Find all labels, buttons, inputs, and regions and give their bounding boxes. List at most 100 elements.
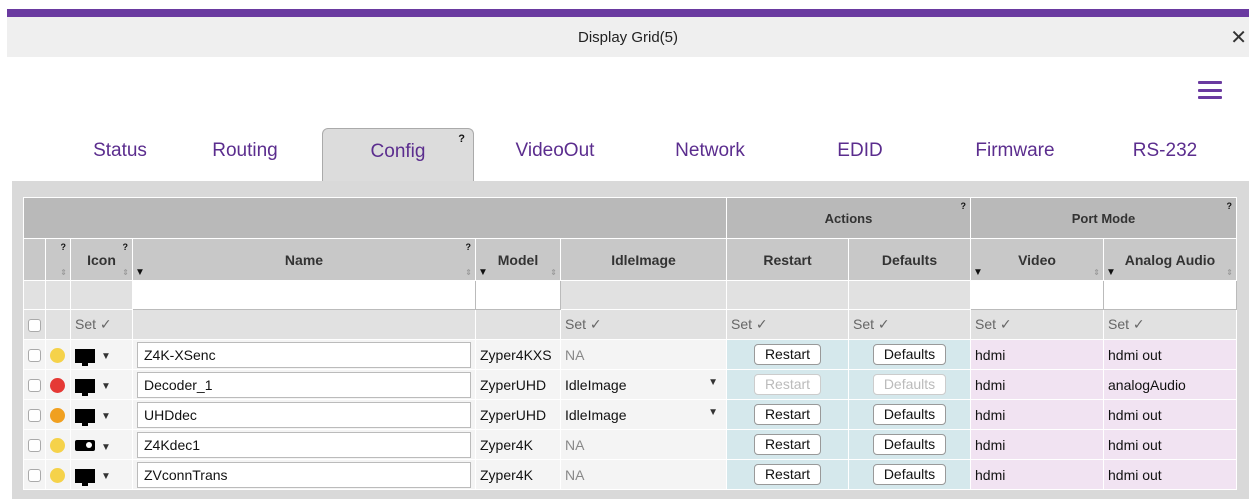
display-grid-table: Actions ? Port Mode ? ? ⇕ Icon? ⇕ Name? ▼ ⇕ … [23,197,1237,490]
sort-icon[interactable]: ⇕ [60,268,67,277]
defaults-button[interactable]: Defaults [872,464,947,485]
status-indicator-icon [50,437,65,453]
header-name[interactable]: Name? ▼ ⇕ [132,238,476,281]
sort-icon[interactable]: ⇕ [1093,268,1100,277]
tab-config[interactable]: Config ? [322,128,474,181]
device-name-input[interactable]: Decoder_1 [137,371,471,398]
set-defaults[interactable]: Set ✓ [848,309,971,340]
chevron-down-icon[interactable]: ▼ [708,377,718,388]
help-icon[interactable]: ? [961,201,967,211]
video-mode-cell[interactable]: hdmi [970,369,1104,400]
table-row[interactable]: ▼ UHDdec ZyperUHD IdleImage ▼ Restart Def… [23,399,1237,430]
row-checkbox[interactable] [28,469,41,483]
row-checkbox[interactable] [28,409,41,423]
video-mode-cell[interactable]: hdmi [970,339,1104,370]
table-row[interactable]: ▼ Decoder_1 ZyperUHD IdleImage ▼ Restart … [23,369,1237,400]
help-icon[interactable]: ? [123,242,129,252]
row-checkbox[interactable] [28,349,41,363]
window-titlebar: Display Grid(5) ✕ [7,17,1249,57]
help-icon[interactable]: ? [1227,201,1233,211]
audio-mode-cell[interactable]: analogAudio [1103,369,1237,400]
chevron-down-icon[interactable]: ▼ [101,471,111,482]
close-icon[interactable]: ✕ [1230,25,1247,50]
idleimage-cell: NA [560,459,727,490]
restart-button[interactable]: Restart [753,434,822,455]
filter-icon[interactable]: ▼ [478,267,488,278]
set-restart[interactable]: Set ✓ [726,309,849,340]
device-icon-cell[interactable]: ▼ [70,369,133,400]
chevron-down-icon[interactable]: ▼ [101,442,111,453]
idleimage-cell[interactable]: IdleImage ▼ [560,369,727,400]
monitor-icon [75,408,95,426]
defaults-button[interactable]: Defaults [872,404,947,425]
table-row[interactable]: ▼ Z4K-XSenc Zyper4KXS NA Restart Default… [23,339,1237,370]
audio-filter-input[interactable] [1103,280,1237,310]
chevron-down-icon[interactable]: ▼ [101,351,111,362]
header-idleimage[interactable]: IdleImage [560,238,727,281]
video-mode-cell[interactable]: hdmi [970,459,1104,490]
audio-mode-cell[interactable]: hdmi out [1103,339,1237,370]
hamburger-icon[interactable] [1198,81,1222,99]
chevron-down-icon[interactable]: ▼ [708,407,718,418]
help-icon[interactable]: ? [458,117,465,162]
idleimage-cell[interactable]: IdleImage ▼ [560,399,727,430]
tab-routing[interactable]: Routing [190,128,300,181]
tab-network[interactable]: Network [650,128,770,181]
restart-button[interactable]: Restart [753,404,822,425]
sort-icon[interactable]: ⇕ [550,268,557,277]
select-all-checkbox[interactable] [28,319,41,333]
header-icon[interactable]: Icon? ⇕ [70,238,133,281]
device-icon-cell[interactable]: ▼ [70,399,133,430]
video-mode-cell[interactable]: hdmi [970,429,1104,460]
device-icon-cell[interactable]: ▼ [70,429,133,460]
device-name-input[interactable]: ZVconnTrans [137,461,471,488]
table-row[interactable]: ▼ Z4Kdec1 Zyper4K NA Restart Defaults hd… [23,429,1237,460]
tab-edid[interactable]: EDID [810,128,910,181]
filter-icon[interactable]: ▼ [1106,267,1116,278]
video-filter-input[interactable] [970,280,1104,310]
defaults-button[interactable]: Defaults [872,434,947,455]
restart-button[interactable]: Restart [753,374,822,395]
sort-icon[interactable]: ⇕ [122,268,129,277]
set-idleimage[interactable]: Set ✓ [560,309,727,340]
set-audio[interactable]: Set ✓ [1103,309,1237,340]
tab-rs232[interactable]: RS-232 [1110,128,1220,181]
chevron-down-icon[interactable]: ▼ [101,381,111,392]
restart-button[interactable]: Restart [753,464,822,485]
set-icon[interactable]: Set ✓ [70,309,133,340]
group-header-actions: Actions ? [726,197,971,239]
header-analog-audio[interactable]: Analog Audio ▼ ⇕ [1103,238,1237,281]
video-mode-cell[interactable]: hdmi [970,399,1104,430]
chevron-down-icon[interactable]: ▼ [101,411,111,422]
defaults-button[interactable]: Defaults [872,344,947,365]
tab-firmware[interactable]: Firmware [960,128,1070,181]
row-checkbox[interactable] [28,439,41,453]
name-filter-input[interactable] [132,280,476,310]
tab-videoout[interactable]: VideoOut [495,128,615,181]
set-video[interactable]: Set ✓ [970,309,1104,340]
filter-icon[interactable]: ▼ [135,267,145,278]
sort-icon[interactable]: ⇕ [465,268,472,277]
row-checkbox[interactable] [28,379,41,393]
table-row[interactable]: ▼ ZVconnTrans Zyper4K NA Restart Default… [23,459,1237,490]
model-cell: Zyper4KXS [475,339,561,370]
header-status[interactable]: ? ⇕ [45,238,71,281]
model-filter-input[interactable] [475,280,561,310]
device-icon-cell[interactable]: ▼ [70,339,133,370]
sort-icon[interactable]: ⇕ [1226,268,1233,277]
audio-mode-cell[interactable]: hdmi out [1103,459,1237,490]
restart-button[interactable]: Restart [753,344,822,365]
audio-mode-cell[interactable]: hdmi out [1103,399,1237,430]
device-name-input[interactable]: UHDdec [137,401,471,428]
help-icon[interactable]: ? [61,242,67,252]
defaults-button[interactable]: Defaults [872,374,947,395]
device-icon-cell[interactable]: ▼ [70,459,133,490]
help-icon[interactable]: ? [466,242,472,252]
tab-status[interactable]: Status [70,128,170,181]
audio-mode-cell[interactable]: hdmi out [1103,429,1237,460]
header-video[interactable]: Video ▼ ⇕ [970,238,1104,281]
header-model[interactable]: Model ▼ ⇕ [475,238,561,281]
device-name-input[interactable]: Z4Kdec1 [137,431,471,458]
device-name-input[interactable]: Z4K-XSenc [137,341,471,368]
filter-icon[interactable]: ▼ [973,267,983,278]
